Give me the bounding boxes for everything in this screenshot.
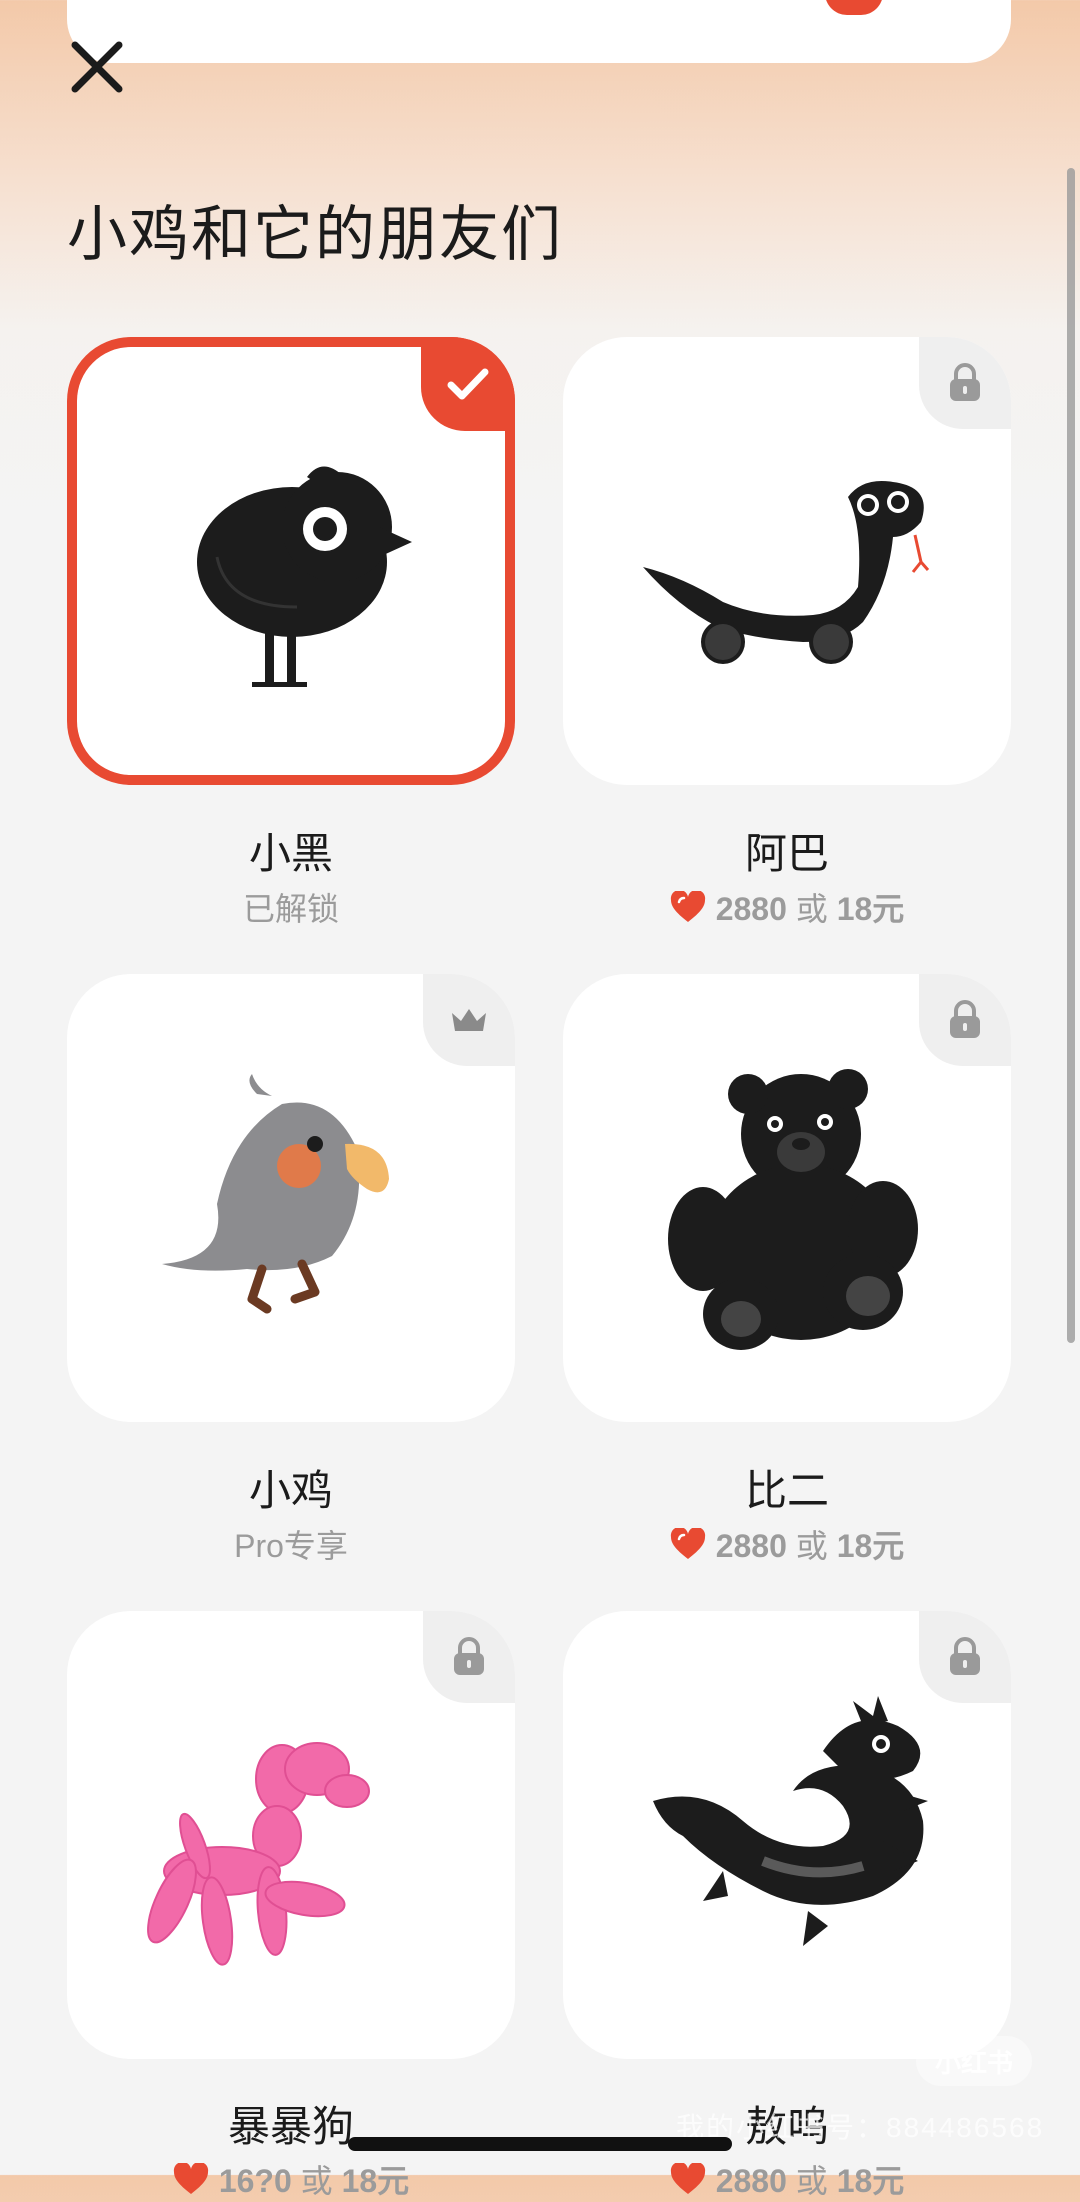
heart-badge-peek bbox=[825, 0, 883, 15]
close-icon bbox=[71, 41, 123, 93]
price-or: 或 bbox=[795, 2163, 828, 2199]
status-text: Pro专享 bbox=[234, 1528, 348, 1564]
lock-badge bbox=[423, 1611, 515, 1703]
character-name: 小鸡 bbox=[248, 1467, 333, 1514]
lock-badge bbox=[919, 337, 1011, 429]
character-card-aowu[interactable] bbox=[563, 1611, 1011, 2059]
character-price: 16?0 或 18元 bbox=[67, 2156, 515, 2202]
character-card-aba[interactable] bbox=[563, 337, 1011, 785]
price-text: 2880 或 18元 bbox=[716, 1521, 905, 1567]
character-status: Pro专享 bbox=[67, 1521, 515, 1567]
lock-icon bbox=[950, 1000, 980, 1038]
price-hearts: 2880 bbox=[715, 2163, 787, 2199]
price-hearts: 16?0 bbox=[218, 2163, 292, 2199]
close-button[interactable] bbox=[62, 32, 132, 102]
crown-icon bbox=[452, 1009, 486, 1031]
status-text: 已解锁 bbox=[242, 891, 339, 927]
watermark-logo: 小红书 bbox=[916, 2036, 1032, 2086]
check-icon bbox=[447, 368, 489, 400]
top-card bbox=[67, 0, 1011, 63]
price-hearts: 2880 bbox=[715, 891, 787, 927]
heart-icon bbox=[173, 2163, 208, 2194]
scrollbar[interactable] bbox=[1067, 168, 1075, 1343]
character-card-xiaoji[interactable] bbox=[67, 974, 515, 1422]
page-title: 小鸡和它的朋友们 bbox=[67, 201, 563, 268]
price-money: 18元 bbox=[341, 2163, 410, 2199]
lock-icon bbox=[950, 1637, 980, 1675]
home-indicator[interactable] bbox=[348, 2137, 732, 2151]
character-price: 2880 或 18元 bbox=[563, 1521, 1011, 1567]
price-money: 18元 bbox=[836, 1528, 905, 1564]
price-money: 18元 bbox=[836, 2163, 905, 2199]
price-text: 16?0 或 18元 bbox=[219, 2156, 409, 2202]
lock-badge bbox=[919, 974, 1011, 1066]
lock-badge bbox=[919, 1611, 1011, 1703]
character-name: 小黑 bbox=[248, 830, 333, 877]
price-hearts: 2880 bbox=[715, 1528, 787, 1564]
character-card-bier[interactable] bbox=[563, 974, 1011, 1422]
character-name: 比二 bbox=[744, 1467, 829, 1514]
character-price: 2880 或 18元 bbox=[563, 2156, 1011, 2202]
character-card-xiaohei[interactable] bbox=[67, 337, 515, 785]
price-text: 2880 或 18元 bbox=[716, 884, 905, 930]
character-name: 阿巴 bbox=[744, 830, 829, 877]
price-or: 或 bbox=[795, 1528, 828, 1564]
price-or: 或 bbox=[795, 891, 828, 927]
heart-icon bbox=[670, 891, 705, 922]
selected-badge bbox=[421, 337, 515, 431]
character-card-baobaogou[interactable] bbox=[67, 1611, 515, 2059]
heart-icon bbox=[670, 2163, 705, 2194]
price-text: 2880 或 18元 bbox=[716, 2156, 905, 2202]
character-price: 2880 或 18元 bbox=[563, 884, 1011, 930]
lock-icon bbox=[950, 363, 980, 401]
lock-icon bbox=[454, 1637, 484, 1675]
heart-icon bbox=[670, 1528, 705, 1559]
price-money: 18元 bbox=[836, 891, 905, 927]
price-or: 或 bbox=[300, 2163, 333, 2199]
crown-badge bbox=[423, 974, 515, 1066]
character-status: 已解锁 bbox=[67, 884, 515, 930]
